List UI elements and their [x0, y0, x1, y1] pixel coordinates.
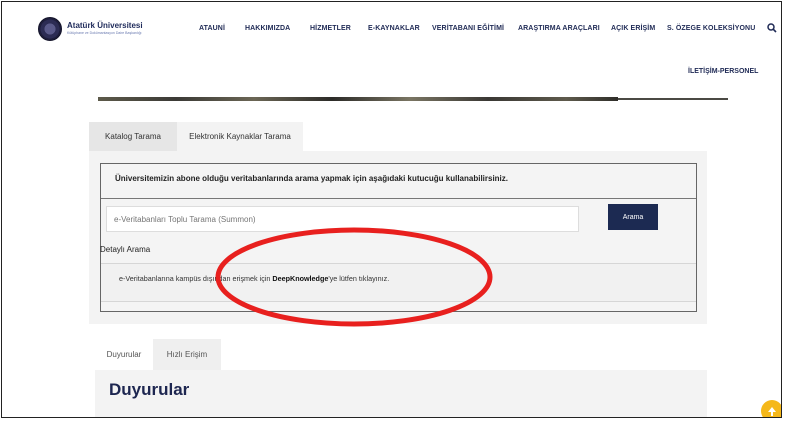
nav-e-kaynaklar[interactable]: E-KAYNAKLAR	[368, 25, 420, 32]
nav-hakkimizda[interactable]: HAKKIMIZDA	[245, 25, 290, 32]
search-icon[interactable]	[767, 23, 777, 33]
tab-elektronik-kaynaklar[interactable]: Elektronik Kaynaklar Tarama	[177, 122, 303, 151]
duyurular-heading: Duyurular	[109, 380, 190, 399]
hero-banner-edge-right	[618, 98, 728, 100]
deepknowledge-link[interactable]: DeepKnowledge	[272, 274, 328, 283]
university-logo[interactable]: Atatürk Üniversitesi Kütüphane ve Doküma…	[38, 17, 143, 41]
remote-access-text: e-Veritabanlarına kampüs dışından erişme…	[119, 274, 390, 283]
arrow-up-icon	[768, 407, 776, 416]
search-button[interactable]: Arama	[608, 204, 658, 230]
tab-duyurular[interactable]: Duyurular	[95, 339, 153, 370]
browser-frame: Atatürk Üniversitesi Kütüphane ve Doküma…	[1, 1, 782, 418]
search-heading: Üniversitemizin abone olduğu veritabanla…	[115, 174, 508, 183]
summon-search-input[interactable]	[106, 206, 579, 232]
search-box: Arama Detaylı Arama	[100, 163, 697, 312]
nav-iletisim-personel[interactable]: İLETİŞİM-PERSONEL	[688, 68, 758, 75]
nav-acik-erisim[interactable]: AÇIK ERİŞİM	[611, 25, 655, 32]
nav-ozege-koleksiyonu[interactable]: S. ÖZEGE KOLEKSİYONU	[667, 25, 755, 32]
logo-subtitle: Kütüphane ve Dokümantasyon Daire Başkanl…	[67, 31, 142, 36]
advanced-search-link[interactable]: Detaylı Arama	[100, 245, 150, 254]
nav-hizmetler[interactable]: HİZMETLER	[310, 25, 351, 32]
nav-atauni[interactable]: ATAUNİ	[199, 25, 225, 32]
search-panel: Arama Detaylı Arama Üniversitemizin abon…	[89, 151, 707, 324]
hero-banner-edge	[98, 97, 618, 101]
heading-divider	[101, 198, 696, 199]
logo-title: Atatürk Üniversitesi	[67, 21, 143, 31]
university-seal-icon	[38, 17, 62, 41]
nav-arastirma-araclari[interactable]: ARAŞTIRMA ARAÇLARI	[518, 25, 600, 32]
tab-katalog-tarama[interactable]: Katalog Tarama	[89, 122, 177, 151]
nav-veritabani-egitimi[interactable]: VERİTABANI EĞİTİMİ	[432, 25, 504, 32]
tab-hizli-erisim[interactable]: Hızlı Erişim	[153, 339, 221, 370]
scroll-to-top-button[interactable]	[761, 400, 781, 417]
